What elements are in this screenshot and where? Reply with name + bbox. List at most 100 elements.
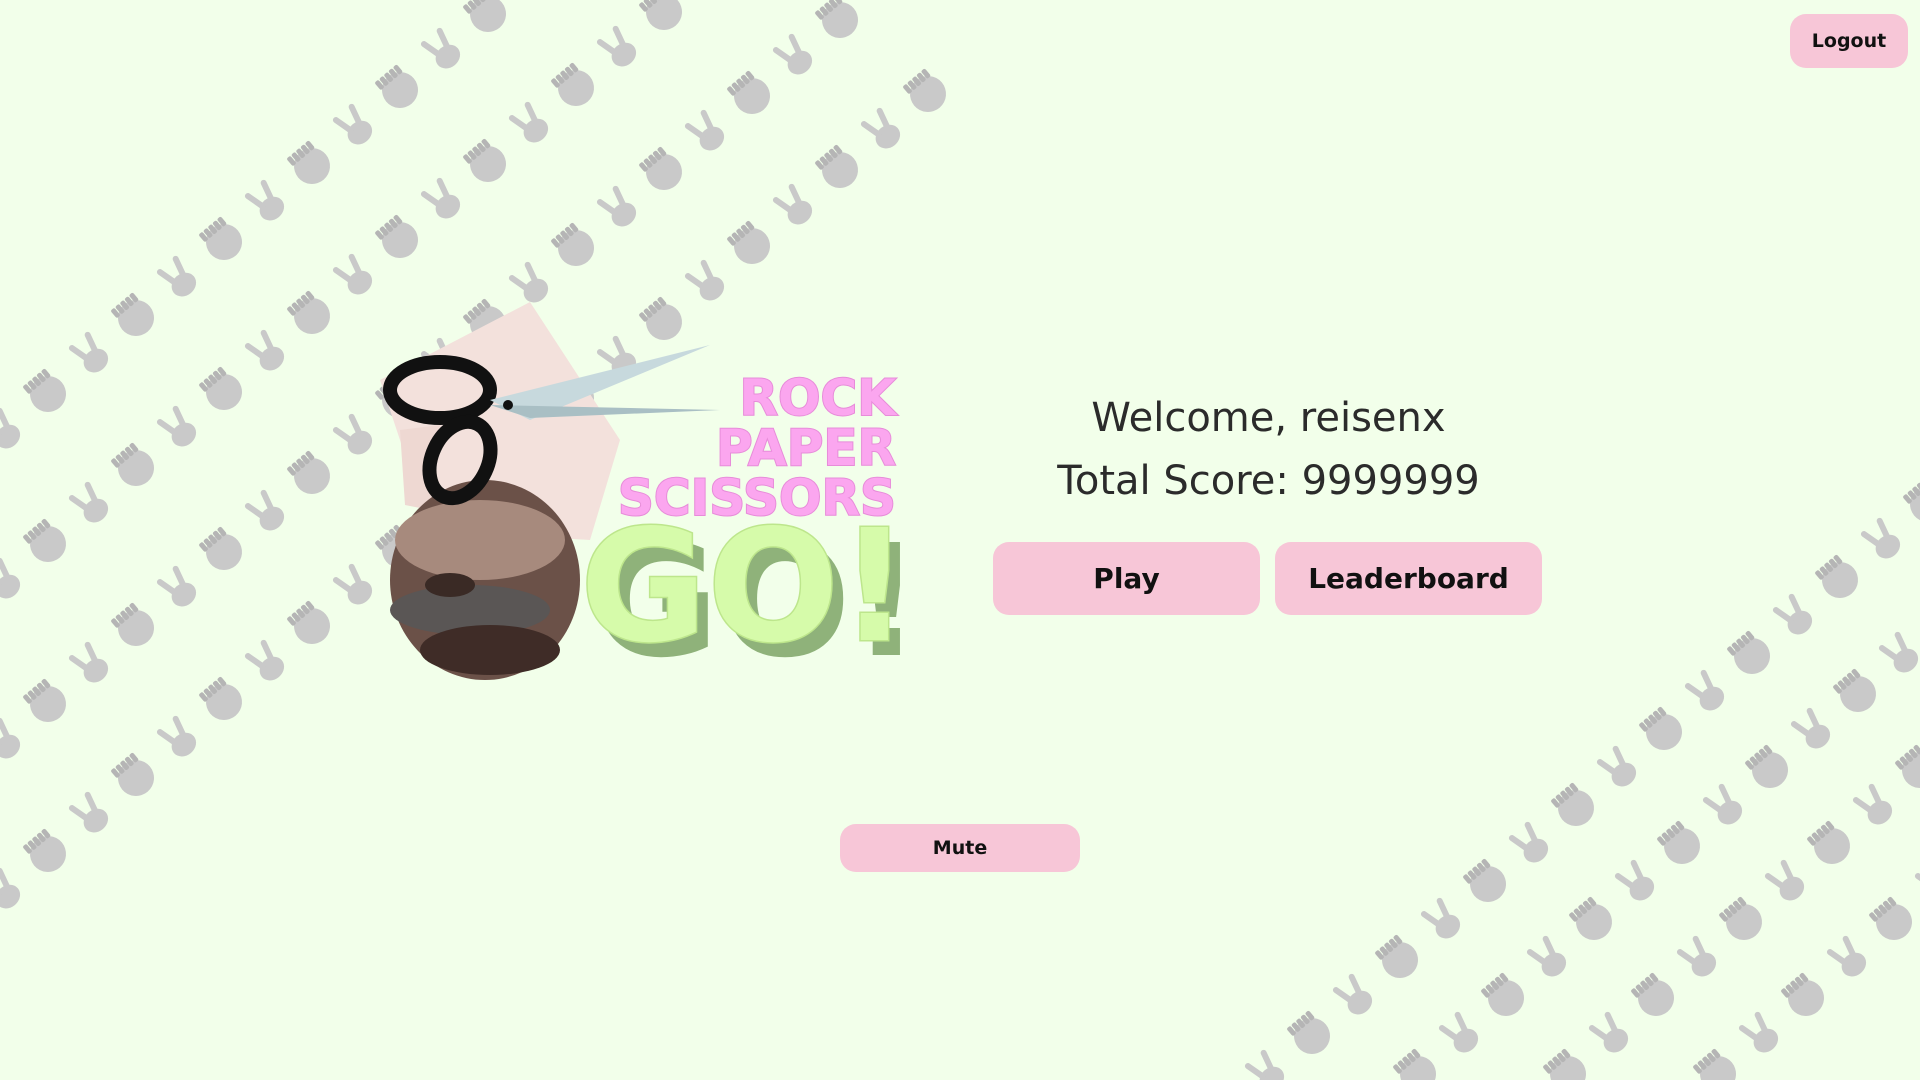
scissors-hand-icon bbox=[0, 557, 21, 599]
scissors-hand-icon bbox=[1332, 973, 1373, 1015]
rock-hand-icon bbox=[1815, 554, 1858, 598]
rock-hand-icon bbox=[199, 216, 242, 260]
rock-hand-icon bbox=[23, 518, 66, 562]
home-screen: ROCK PAPER SCISSORS GO! GO! Welcome, rei… bbox=[0, 0, 1920, 1080]
scissors-hand-icon bbox=[332, 253, 373, 295]
scissors-hand-icon bbox=[156, 405, 197, 447]
scissors-hand-icon bbox=[684, 109, 725, 151]
scissors-hand-icon bbox=[332, 563, 373, 605]
scissors-hand-icon bbox=[68, 641, 109, 683]
scissors-hand-icon bbox=[1860, 517, 1901, 559]
rock-hand-icon bbox=[199, 366, 242, 410]
rock-hand-icon bbox=[1903, 482, 1920, 522]
scissors-hand-icon bbox=[1596, 745, 1637, 787]
rock-hand-icon bbox=[1639, 706, 1682, 750]
scissors-hand-icon bbox=[1764, 859, 1805, 901]
scissors-hand-icon bbox=[1914, 873, 1920, 890]
scissors-hand-icon bbox=[596, 25, 637, 67]
rock-hand-icon bbox=[1727, 630, 1770, 674]
rock-hand-icon bbox=[1393, 1048, 1436, 1080]
scissors-hand-icon bbox=[332, 103, 373, 145]
scissors-hand-icon bbox=[772, 33, 813, 75]
rock-hand-icon bbox=[1895, 744, 1920, 788]
rock-hand-icon bbox=[199, 526, 242, 570]
scissors-hand-icon bbox=[0, 717, 21, 759]
rock-hand-icon bbox=[815, 0, 858, 38]
scissors-hand-icon bbox=[332, 413, 373, 455]
rock-hand-icon bbox=[463, 138, 506, 182]
scissors-hand-icon bbox=[68, 331, 109, 373]
rock-hand-icon bbox=[23, 368, 66, 412]
rock-hand-icon bbox=[111, 442, 154, 486]
rock-hand-icon bbox=[551, 62, 594, 106]
rock-hand-icon bbox=[1463, 858, 1506, 902]
rock-illustration bbox=[390, 480, 580, 680]
rock-hand-icon bbox=[903, 68, 946, 112]
rock-hand-icon bbox=[727, 220, 770, 264]
scissors-hand-icon bbox=[1826, 935, 1867, 977]
scissors-hand-icon bbox=[156, 255, 197, 297]
rock-hand-icon bbox=[1481, 972, 1524, 1016]
rock-hand-icon bbox=[111, 602, 154, 646]
scissors-hand-icon bbox=[244, 489, 285, 531]
scissors-hand-icon bbox=[244, 639, 285, 681]
play-button[interactable]: Play bbox=[993, 542, 1260, 615]
rock-hand-icon bbox=[727, 70, 770, 114]
rock-hand-icon bbox=[23, 678, 66, 722]
scissors-hand-icon bbox=[1738, 1011, 1779, 1053]
scissors-hand-icon bbox=[244, 179, 285, 221]
scissors-hand-icon bbox=[1526, 935, 1567, 977]
scissors-hand-icon bbox=[420, 27, 461, 69]
rock-hand-icon bbox=[199, 676, 242, 720]
scissors-hand-icon bbox=[1420, 897, 1461, 939]
background-hand-pattern bbox=[0, 0, 1920, 1080]
game-logo: ROCK PAPER SCISSORS GO! GO! bbox=[380, 302, 920, 690]
rock-hand-icon bbox=[815, 144, 858, 188]
rock-hand-icon bbox=[287, 290, 330, 334]
rock-hand-icon bbox=[1781, 972, 1824, 1016]
rock-hand-icon bbox=[1569, 896, 1612, 940]
scissors-hand-icon bbox=[859, 0, 906, 4]
rock-hand-icon bbox=[287, 140, 330, 184]
rock-hand-icon bbox=[23, 828, 66, 872]
rock-hand-icon bbox=[1375, 934, 1418, 978]
rock-hand-icon bbox=[1693, 1048, 1736, 1080]
leaderboard-button[interactable]: Leaderboard bbox=[1275, 542, 1542, 615]
rock-hand-icon bbox=[1869, 896, 1912, 940]
scissors-hand-icon bbox=[1588, 1011, 1629, 1053]
rock-hand-icon bbox=[639, 0, 682, 30]
scissors-hand-icon bbox=[0, 867, 21, 909]
welcome-message: Welcome, reisenx bbox=[1091, 395, 1446, 441]
rock-hand-icon bbox=[375, 64, 418, 108]
mute-button[interactable]: Mute bbox=[840, 824, 1080, 872]
scissors-hand-icon bbox=[420, 177, 461, 219]
scissors-hand-icon bbox=[1244, 1049, 1285, 1080]
scissors-hand-icon bbox=[596, 185, 637, 227]
rock-hand-icon bbox=[1287, 1010, 1330, 1054]
scissors-hand-icon bbox=[1772, 593, 1813, 635]
scissors-hand-icon bbox=[1790, 707, 1831, 749]
rock-hand-icon bbox=[463, 0, 506, 32]
rock-hand-icon bbox=[1543, 1048, 1586, 1080]
rock-hand-icon bbox=[375, 214, 418, 258]
scissors-hand-icon bbox=[772, 183, 813, 225]
total-score: Total Score: 9999999 bbox=[1057, 458, 1480, 504]
scissors-hand-icon bbox=[68, 791, 109, 833]
scissors-hand-icon bbox=[244, 329, 285, 371]
rock-hand-icon bbox=[1745, 744, 1788, 788]
scissors-hand-icon bbox=[1878, 631, 1919, 673]
scissors-hand-icon bbox=[1614, 859, 1655, 901]
scissors-hand-icon bbox=[860, 107, 901, 149]
rock-hand-icon bbox=[639, 146, 682, 190]
scissors-hand-icon bbox=[1508, 821, 1549, 863]
scissors-hand-icon bbox=[68, 481, 109, 523]
logout-button[interactable]: Logout bbox=[1790, 14, 1908, 68]
logo-line-go: GO! bbox=[580, 496, 910, 677]
rock-hand-icon bbox=[1719, 896, 1762, 940]
scissors-hand-icon bbox=[1676, 935, 1717, 977]
rock-hand-icon bbox=[111, 292, 154, 336]
rock-hand-icon bbox=[287, 450, 330, 494]
scissors-hand-icon bbox=[0, 407, 21, 449]
rock-hand-icon bbox=[551, 222, 594, 266]
rock-hand-icon bbox=[1807, 820, 1850, 864]
